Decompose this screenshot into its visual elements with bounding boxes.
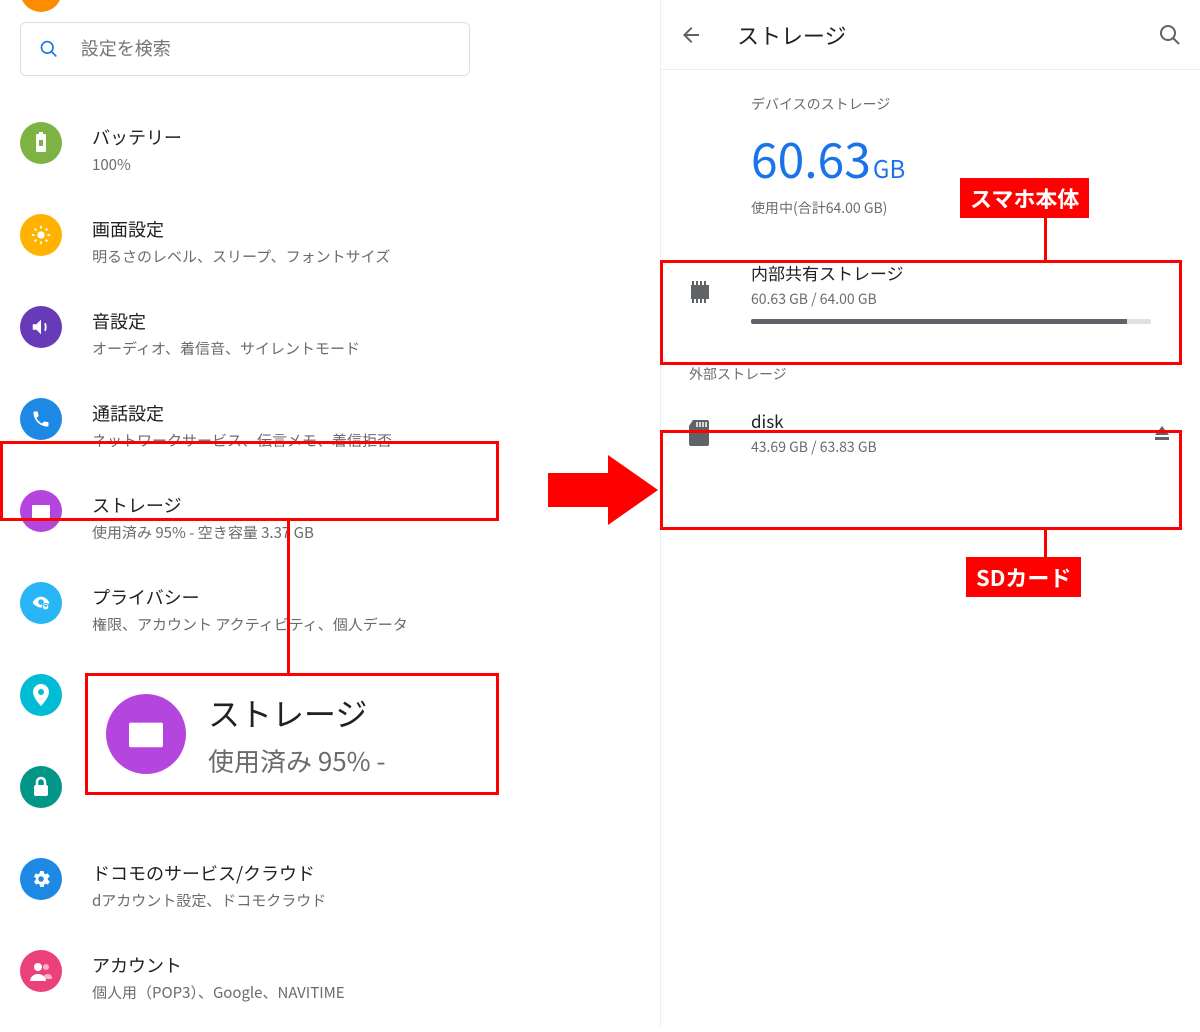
call-title: 通話設定 (92, 400, 392, 426)
highlight-disk (660, 430, 1182, 530)
sound-title: 音設定 (92, 308, 360, 334)
highlight-internal (660, 260, 1182, 365)
used-unit: GB (873, 150, 905, 185)
device-section-label: デバイスのストレージ (751, 94, 1200, 114)
storage-inset: ストレージ 使用済み 95% - (85, 673, 499, 795)
display-icon (20, 214, 62, 256)
connector-inset (287, 521, 290, 673)
apps-icon (20, 0, 62, 12)
inset-title: ストレージ (208, 690, 385, 736)
used-value: 60.63 (751, 122, 871, 192)
search-icon (39, 38, 59, 60)
search-icon[interactable] (1158, 23, 1182, 47)
settings-row-apps[interactable]: アプリと通知 (0, 0, 500, 12)
storage-sub: 使用済み 95% - 空き容量 3.37 GB (92, 522, 314, 543)
search-input[interactable] (81, 39, 451, 60)
settings-row-account[interactable]: アカウント 個人用（POP3）、Google、NAVITIME (0, 940, 500, 1032)
privacy-sub: 権限、アカウント アクティビティ、個人データ (92, 614, 408, 635)
account-icon (20, 950, 62, 992)
arrow-icon (548, 455, 658, 525)
external-section-label: 外部ストレージ (689, 364, 1200, 384)
settings-row-sound[interactable]: 音設定 オーディオ、着信音、サイレントモード (0, 296, 500, 388)
docomo-sub: dアカウント設定、ドコモクラウド (92, 890, 326, 911)
sound-sub: オーディオ、着信音、サイレントモード (92, 338, 360, 359)
battery-sub: 100% (92, 154, 182, 175)
gear-icon (20, 858, 62, 900)
settings-row-privacy[interactable]: プライバシー 権限、アカウント アクティビティ、個人データ (0, 572, 500, 664)
inset-sub: 使用済み 95% - (208, 742, 385, 779)
settings-row-battery[interactable]: バッテリー 100% (0, 112, 500, 204)
settings-row-display[interactable]: 画面設定 明るさのレベル、スリープ、フォントサイズ (0, 204, 500, 296)
battery-title: バッテリー (92, 124, 182, 150)
callout-sd-line (1044, 530, 1047, 558)
settings-row-docomo[interactable]: ドコモのサービス/クラウド dアカウント設定、ドコモクラウド (0, 848, 500, 940)
privacy-icon (20, 582, 62, 624)
display-sub: 明るさのレベル、スリープ、フォントサイズ (92, 246, 390, 267)
storage-page-title: ストレージ (737, 19, 847, 51)
storage-icon-large (106, 694, 186, 774)
phone-icon (20, 398, 62, 440)
callout-sd: SDカード (966, 557, 1081, 597)
callout-body: スマホ本体 (960, 178, 1089, 218)
battery-icon (20, 122, 62, 164)
privacy-title: プライバシー (92, 584, 408, 610)
security-icon (20, 766, 62, 808)
storage-header: ストレージ (661, 0, 1200, 70)
callout-body-line (1044, 214, 1047, 262)
location-icon (20, 674, 62, 716)
sound-icon (20, 306, 62, 348)
display-title: 画面設定 (92, 216, 390, 242)
back-icon[interactable] (679, 23, 703, 47)
docomo-title: ドコモのサービス/クラウド (92, 860, 326, 886)
account-sub: 個人用（POP3）、Google、NAVITIME (92, 982, 345, 1003)
search-box[interactable] (20, 22, 470, 76)
highlight-storage-row (0, 441, 499, 521)
account-title: アカウント (92, 952, 345, 978)
